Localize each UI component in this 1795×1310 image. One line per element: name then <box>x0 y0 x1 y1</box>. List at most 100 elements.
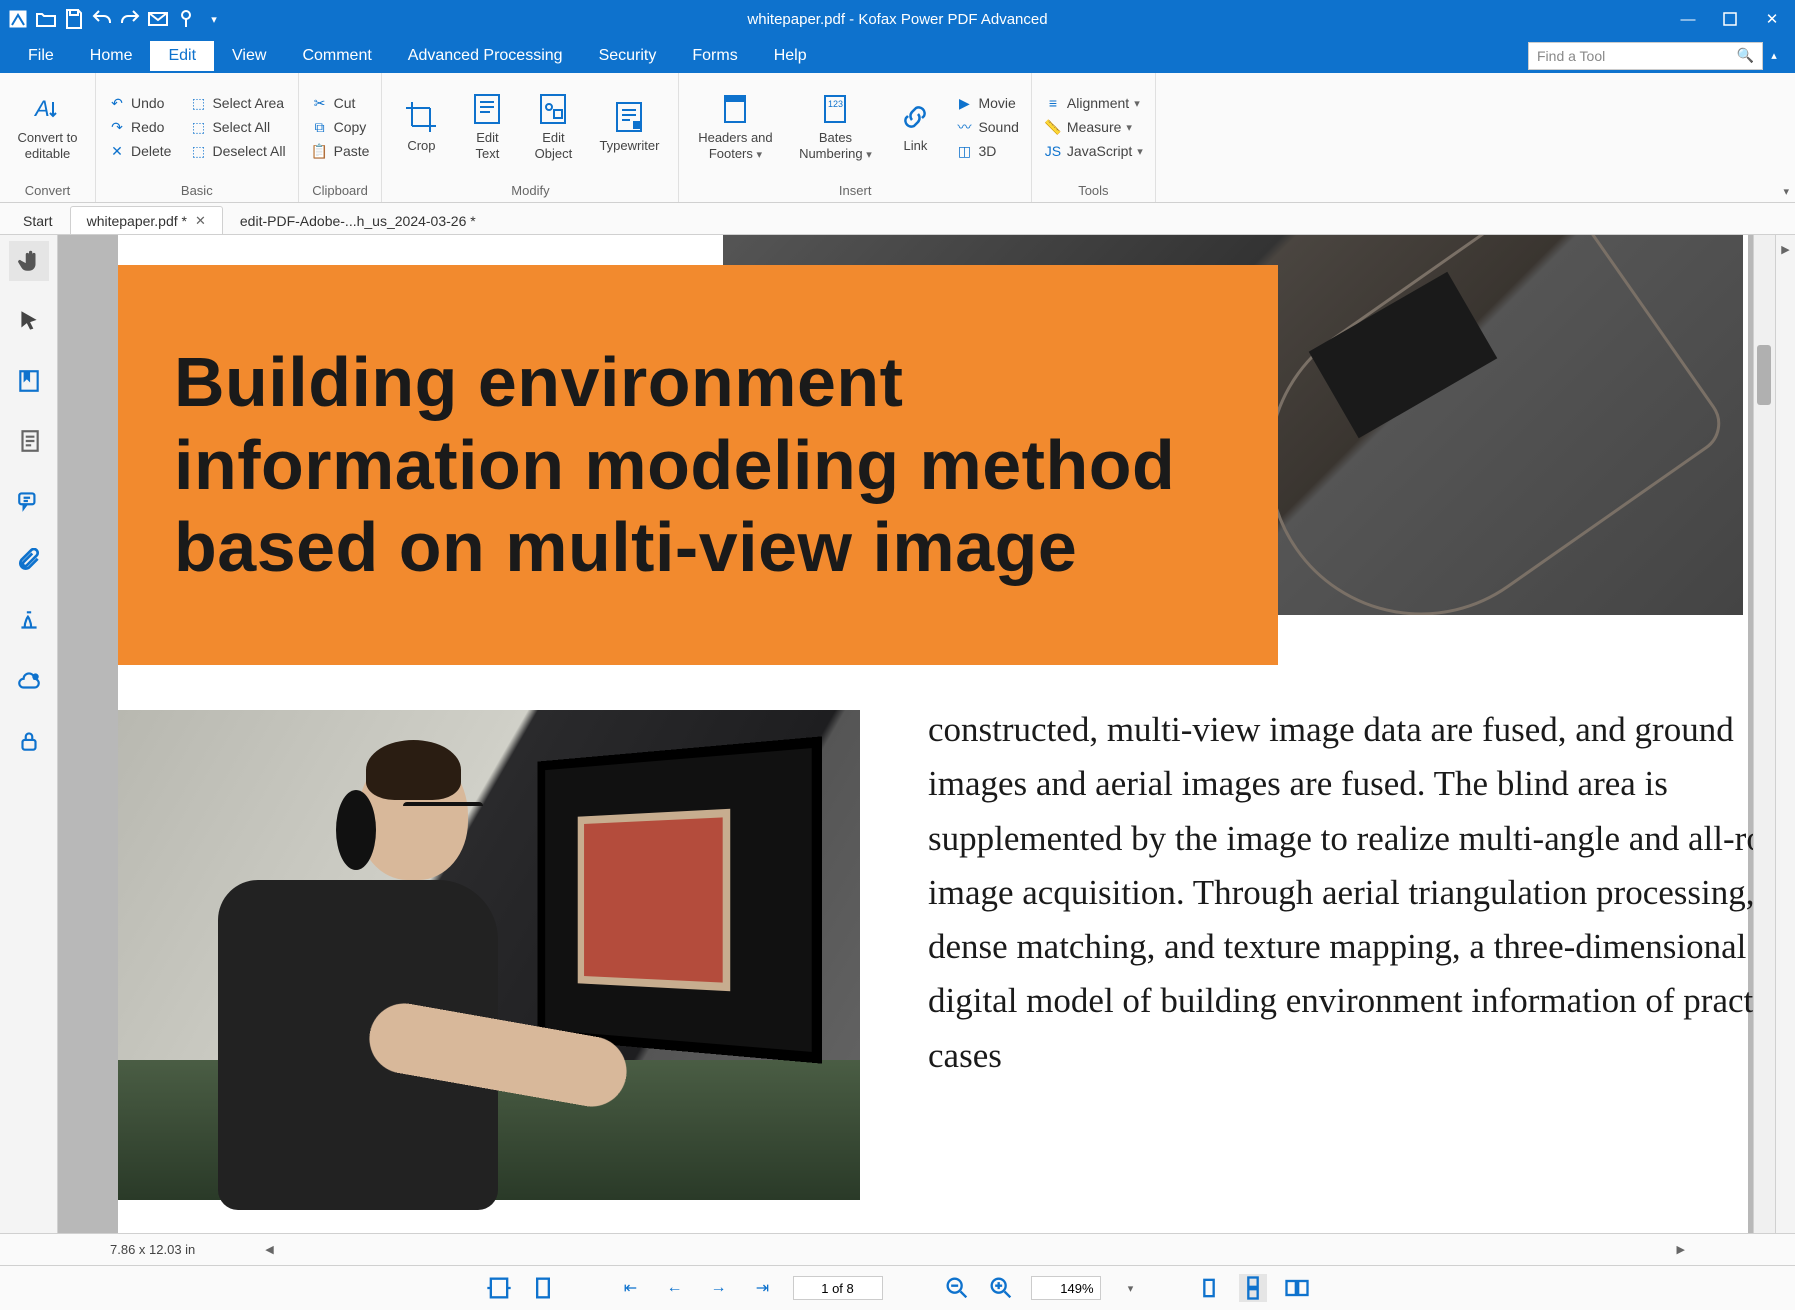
link-button[interactable]: Link <box>885 77 945 177</box>
scrollbar-thumb[interactable] <box>1757 345 1771 405</box>
minimize-button[interactable]: — <box>1677 8 1699 30</box>
3d-button[interactable]: ◫3D <box>949 140 1024 162</box>
convert-button[interactable]: A Convert to editable <box>6 77 89 177</box>
javascript-button[interactable]: JSJavaScript ▾ <box>1038 140 1149 162</box>
security-panel-icon[interactable] <box>9 721 49 761</box>
hscroll-right-icon[interactable]: ▶ <box>1677 1243 1685 1256</box>
mail-icon[interactable] <box>146 7 170 31</box>
find-tool-placeholder: Find a Tool <box>1537 48 1605 64</box>
attach-icon[interactable] <box>174 7 198 31</box>
inline-photo <box>118 710 860 1200</box>
signatures-panel-icon[interactable] <box>9 601 49 641</box>
menu-bar: File Home Edit View Comment Advanced Pro… <box>0 38 1795 73</box>
redo-icon[interactable] <box>118 7 142 31</box>
headers-icon <box>718 92 752 126</box>
first-page-button[interactable]: ⇤ <box>617 1274 645 1302</box>
group-convert-label: Convert <box>0 181 95 202</box>
open-icon[interactable] <box>34 7 58 31</box>
crop-button[interactable]: Crop <box>388 77 454 177</box>
hand-tool[interactable] <box>9 241 49 281</box>
menu-advanced[interactable]: Advanced Processing <box>390 41 581 71</box>
menu-comment[interactable]: Comment <box>284 41 389 71</box>
vertical-scrollbar[interactable] <box>1753 235 1775 1233</box>
find-tool-input[interactable]: Find a Tool 🔍 <box>1528 42 1763 70</box>
select-tool[interactable] <box>9 301 49 341</box>
search-icon: 🔍 <box>1737 47 1754 64</box>
menu-view[interactable]: View <box>214 41 284 71</box>
bates-numbering-button[interactable]: 123BatesNumbering ▾ <box>785 77 885 177</box>
maximize-button[interactable] <box>1719 8 1741 30</box>
zoom-dropdown-icon[interactable]: ▾ <box>1117 1274 1145 1302</box>
zoom-in-button[interactable] <box>987 1274 1015 1302</box>
typewriter-button[interactable]: Typewriter <box>586 77 672 177</box>
close-button[interactable]: ✕ <box>1761 8 1783 30</box>
javascript-icon: JS <box>1044 142 1062 160</box>
paste-icon: 📋 <box>311 142 329 160</box>
menu-forms[interactable]: Forms <box>674 41 755 71</box>
prev-page-button[interactable]: ← <box>661 1274 689 1302</box>
headers-footers-button[interactable]: Headers andFooters ▾ <box>685 77 785 177</box>
hscroll-left-icon[interactable]: ◀ <box>265 1243 273 1256</box>
measure-icon: 📏 <box>1044 118 1062 136</box>
workspace: Building environment information modelin… <box>0 235 1795 1233</box>
cloud-panel-icon[interactable] <box>9 661 49 701</box>
continuous-view-icon[interactable] <box>1239 1274 1267 1302</box>
select-area-button[interactable]: ⬚Select Area <box>183 92 291 114</box>
sound-icon: 〰 <box>955 118 973 136</box>
ribbon-expand-icon[interactable]: ▾ <box>1783 185 1789 198</box>
quick-access-toolbar: ▾ <box>0 7 232 31</box>
cut-icon: ✂ <box>311 94 329 112</box>
close-icon[interactable]: ✕ <box>195 213 206 229</box>
deselect-all-button[interactable]: ⬚Deselect All <box>183 140 291 162</box>
sound-button[interactable]: 〰Sound <box>949 116 1024 138</box>
redo-icon: ↷ <box>108 118 126 136</box>
window-title: whitepaper.pdf - Kofax Power PDF Advance… <box>747 11 1047 28</box>
expand-right-icon[interactable]: ▶ <box>1781 243 1789 1233</box>
menu-help[interactable]: Help <box>756 41 825 71</box>
group-insert-label: Insert <box>679 181 1030 202</box>
delete-button[interactable]: ✕Delete <box>102 140 177 162</box>
qat-dropdown-icon[interactable]: ▾ <box>202 7 226 31</box>
movie-button[interactable]: ▶Movie <box>949 92 1024 114</box>
next-page-button[interactable]: → <box>705 1274 733 1302</box>
zoom-out-button[interactable] <box>943 1274 971 1302</box>
cut-button[interactable]: ✂Cut <box>305 92 376 114</box>
title-bar: ▾ whitepaper.pdf - Kofax Power PDF Advan… <box>0 0 1795 38</box>
typewriter-icon <box>612 100 646 134</box>
edit-object-button[interactable]: EditObject <box>520 77 586 177</box>
article-heading: Building environment information modelin… <box>174 341 1222 589</box>
tab-whitepaper[interactable]: whitepaper.pdf *✕ <box>70 206 223 234</box>
single-page-view-icon[interactable] <box>1195 1274 1223 1302</box>
alignment-button[interactable]: ≡Alignment ▾ <box>1038 92 1149 114</box>
zoom-level-input[interactable] <box>1031 1276 1101 1300</box>
fit-width-icon[interactable] <box>485 1274 513 1302</box>
right-panel-rail[interactable]: ▶ <box>1775 235 1795 1233</box>
pages-panel-icon[interactable] <box>9 421 49 461</box>
fit-page-icon[interactable] <box>529 1274 557 1302</box>
menu-security[interactable]: Security <box>581 41 675 71</box>
page-view[interactable]: Building environment information modelin… <box>58 235 1753 1233</box>
tab-start[interactable]: Start <box>6 206 70 234</box>
menu-file[interactable]: File <box>10 41 72 71</box>
paste-button[interactable]: 📋Paste <box>305 140 376 162</box>
ribbon-collapse-icon[interactable]: ▴ <box>1763 49 1785 62</box>
page-number-input[interactable] <box>793 1276 883 1300</box>
menu-home[interactable]: Home <box>72 41 151 71</box>
last-page-button[interactable]: ⇥ <box>749 1274 777 1302</box>
comments-panel-icon[interactable] <box>9 481 49 521</box>
group-modify-label: Modify <box>382 181 678 202</box>
copy-button[interactable]: ⧉Copy <box>305 116 376 138</box>
heading-block: Building environment information modelin… <box>118 265 1278 665</box>
facing-view-icon[interactable] <box>1283 1274 1311 1302</box>
undo-button[interactable]: ↶Undo <box>102 92 177 114</box>
edit-text-button[interactable]: EditText <box>454 77 520 177</box>
menu-edit[interactable]: Edit <box>150 41 214 71</box>
measure-button[interactable]: 📏Measure ▾ <box>1038 116 1149 138</box>
attachment-panel-icon[interactable] <box>9 541 49 581</box>
tab-edit-pdf-adobe[interactable]: edit-PDF-Adobe-...h_us_2024-03-26 * <box>223 206 493 234</box>
redo-button[interactable]: ↷Redo <box>102 116 177 138</box>
select-all-button[interactable]: ⬚Select All <box>183 116 291 138</box>
undo-icon[interactable] <box>90 7 114 31</box>
save-icon[interactable] <box>62 7 86 31</box>
bookmark-icon[interactable] <box>9 361 49 401</box>
